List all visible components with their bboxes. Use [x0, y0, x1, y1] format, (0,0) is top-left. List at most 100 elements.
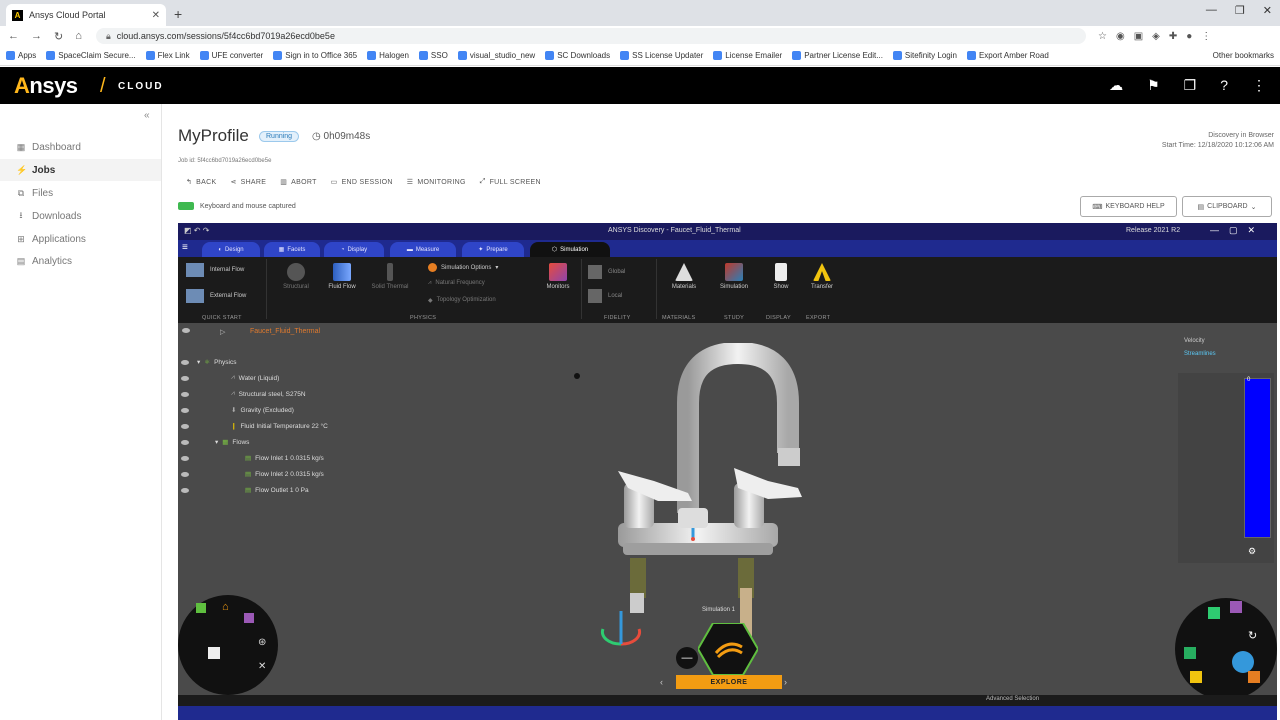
- other-bookmarks[interactable]: Other bookmarks: [1213, 51, 1274, 60]
- bookmark-star-icon[interactable]: ☆: [1098, 31, 1107, 42]
- tree-node[interactable]: ▤ Flow Inlet 2 0.0315 kg/s: [181, 470, 324, 478]
- flag-icon[interactable]: ⚑: [1147, 77, 1160, 94]
- section-tool-icon[interactable]: [1184, 647, 1196, 659]
- clipboard-button[interactable]: ▤ CLIPBOARD ⌄: [1182, 196, 1272, 217]
- monitors-button[interactable]: Monitors: [538, 263, 578, 290]
- view-cube-icon[interactable]: [196, 603, 206, 613]
- visibility-eye-icon[interactable]: [182, 328, 190, 333]
- tree-node[interactable]: ▤ Flow Inlet 1 0.0315 kg/s: [181, 454, 324, 462]
- tree-node[interactable]: ▤ Flow Outlet 1 0 Pa: [181, 486, 309, 494]
- structural-button[interactable]: Structural: [274, 263, 318, 290]
- global-button[interactable]: Global: [588, 265, 625, 279]
- expand-arrow-icon[interactable]: ▷: [220, 328, 225, 336]
- natural-frequency-button[interactable]: ⩘ Natural Frequency: [428, 280, 485, 287]
- bookmark-item[interactable]: UFE converter: [199, 51, 263, 60]
- sidebar-item-analytics[interactable]: ▤ Analytics: [0, 250, 161, 272]
- menu-kebab-icon[interactable]: ⋮: [1201, 31, 1211, 42]
- tab-facets[interactable]: ▦ Facets: [264, 242, 320, 257]
- discovery-session-window[interactable]: ◩ ↶ ↷ ANSYS Discovery - Faucet_Fluid_The…: [178, 223, 1277, 720]
- bookmark-item[interactable]: Export Amber Road: [966, 51, 1049, 60]
- minimize-panel-icon[interactable]: —: [676, 647, 698, 669]
- url-field[interactable]: 🔒︎ cloud.ansys.com/sessions/5f4cc6bd7019…: [96, 28, 1086, 44]
- external-flow-button[interactable]: External Flow: [186, 289, 246, 303]
- materials-button[interactable]: Materials: [662, 263, 706, 290]
- show-button[interactable]: Show: [764, 263, 798, 290]
- puzzle-icon[interactable]: ✚: [1169, 31, 1177, 42]
- explore-next-arrow[interactable]: ›: [784, 677, 787, 687]
- collapse-arrow-icon[interactable]: ▾: [215, 438, 218, 446]
- bookmark-item[interactable]: visual_studio_new: [457, 51, 535, 60]
- abort-button[interactable]: ▥ ABORT: [280, 178, 316, 187]
- new-tab-button[interactable]: +: [174, 6, 182, 22]
- home-icon[interactable]: ⌂: [75, 30, 82, 43]
- topology-optimization-button[interactable]: ◆ Topology Optimization: [428, 297, 496, 304]
- extension-icon[interactable]: ◈: [1152, 31, 1160, 42]
- fluid-flow-button[interactable]: Fluid Flow: [320, 263, 364, 290]
- visibility-eye-icon[interactable]: [181, 391, 189, 397]
- fullscreen-button[interactable]: ⤢ FULL SCREEN: [480, 178, 541, 186]
- tab-design[interactable]: ◐ Design: [202, 242, 260, 257]
- bookmark-item[interactable]: Sitefinity Login: [892, 51, 957, 60]
- sidebar-item-applications[interactable]: ⊞ Applications: [0, 228, 161, 250]
- internal-flow-button[interactable]: Internal Flow: [186, 263, 244, 277]
- windows-icon[interactable]: ❐: [1184, 77, 1197, 94]
- measure-tool-icon[interactable]: [1190, 671, 1202, 683]
- graph-tool-icon[interactable]: [1248, 671, 1260, 683]
- sidebar-item-dashboard[interactable]: ▦ Dashboard: [0, 136, 161, 158]
- tree-root[interactable]: Faucet_Fluid_Thermal: [250, 328, 320, 335]
- bookmark-item[interactable]: Partner License Edit...: [792, 51, 883, 60]
- tab-simulation[interactable]: ⬡ Simulation: [530, 242, 610, 257]
- bookmark-item[interactable]: Halogen: [367, 51, 409, 60]
- monitoring-button[interactable]: ☰ MONITORING: [407, 178, 466, 187]
- tree-node[interactable]: ▾ ▦ Flows: [181, 438, 249, 446]
- visibility-eye-icon[interactable]: [181, 359, 189, 365]
- bookmark-item[interactable]: SS License Updater: [620, 51, 703, 60]
- sidebar-item-downloads[interactable]: ⭳ Downloads: [0, 205, 161, 227]
- simulation-options-button[interactable]: Simulation Options ▾: [428, 263, 498, 272]
- sidebar-item-jobs[interactable]: ⚡ Jobs: [0, 159, 161, 181]
- simulation-hex-button[interactable]: [698, 623, 758, 675]
- selection-mode[interactable]: Advanced Selection: [986, 696, 1039, 702]
- cloud-status-icon[interactable]: ☁: [1109, 77, 1123, 94]
- close-icon[interactable]: ✕: [1248, 225, 1256, 236]
- view-cube-icon[interactable]: [244, 613, 254, 623]
- explore-stage-button[interactable]: EXPLORE: [676, 675, 782, 689]
- pan-tool-icon[interactable]: [1232, 651, 1254, 673]
- bookmark-item[interactable]: SC Downloads: [545, 51, 610, 60]
- browser-tab[interactable]: A Ansys Cloud Portal ✕: [6, 4, 166, 26]
- visibility-eye-icon[interactable]: [181, 471, 189, 477]
- tree-node[interactable]: ▾ ⚛ Physics: [181, 358, 237, 366]
- legend-streamlines-link[interactable]: Streamlines: [1184, 351, 1216, 357]
- view-cube-icon[interactable]: [1208, 607, 1220, 619]
- menu-kebab-icon[interactable]: ⋮: [1252, 77, 1266, 94]
- collapse-sidebar-icon[interactable]: «: [144, 110, 150, 121]
- visibility-eye-icon[interactable]: [181, 439, 189, 445]
- extension-icon[interactable]: ▣: [1134, 31, 1143, 42]
- bookmark-item[interactable]: License Emailer: [713, 51, 782, 60]
- zoom-fit-icon[interactable]: ✕: [258, 661, 266, 672]
- extension-icon[interactable]: ◉: [1116, 31, 1125, 42]
- visibility-eye-icon[interactable]: [181, 423, 189, 429]
- tab-measure[interactable]: ▬ Measure: [390, 242, 456, 257]
- help-icon[interactable]: ?: [1220, 77, 1228, 94]
- tree-node[interactable]: ⩘ Structural steel, S275N: [181, 390, 306, 398]
- faucet-3d-model[interactable]: [588, 343, 848, 643]
- forward-arrow-icon[interactable]: →: [31, 30, 42, 43]
- sidebar-item-files[interactable]: ⧉ Files: [0, 182, 161, 204]
- bookmark-item[interactable]: SSO: [418, 51, 448, 60]
- tab-display[interactable]: ◔ Display: [324, 242, 384, 257]
- explore-prev-arrow[interactable]: ‹: [660, 677, 663, 687]
- bookmark-item[interactable]: Sign in to Office 365: [273, 51, 357, 60]
- tree-node[interactable]: ⬇ Gravity (Excluded): [181, 406, 294, 414]
- tab-prepare[interactable]: ✦ Prepare: [462, 242, 524, 257]
- bookmark-item[interactable]: SpaceClaim Secure...: [46, 51, 136, 60]
- keyboard-help-button[interactable]: ⌨ KEYBOARD HELP: [1080, 196, 1177, 217]
- legend-settings-icon[interactable]: ⚙: [1248, 546, 1256, 557]
- local-button[interactable]: Local: [588, 289, 622, 303]
- maximize-icon[interactable]: ▢: [1229, 225, 1238, 236]
- bookmark-item[interactable]: Apps: [6, 51, 36, 60]
- bookmark-item[interactable]: Flex Link: [145, 51, 190, 60]
- profile-avatar-icon[interactable]: ●: [1186, 31, 1192, 42]
- visibility-eye-icon[interactable]: [181, 407, 189, 413]
- maximize-icon[interactable]: ❐: [1235, 4, 1245, 17]
